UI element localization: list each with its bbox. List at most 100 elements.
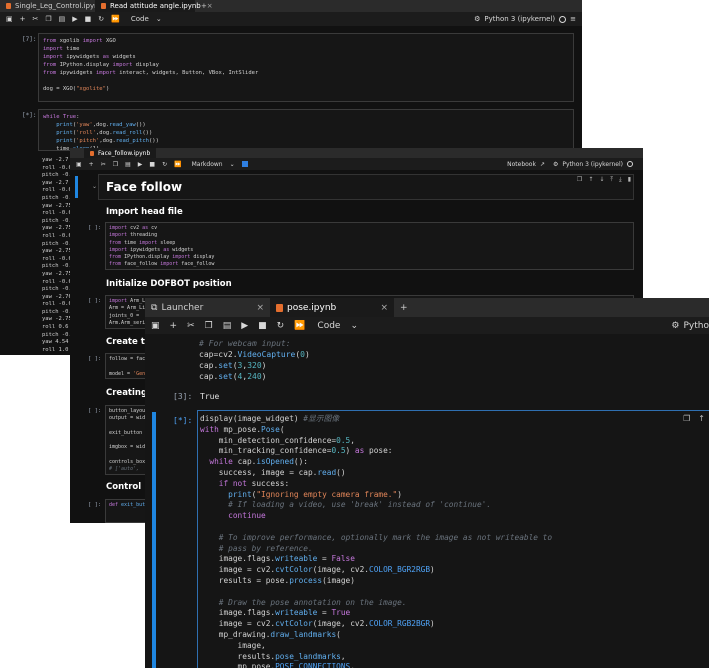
move-up-icon[interactable]: ↑ [588,176,593,184]
stop-icon[interactable]: ■ [258,321,267,331]
close-icon[interactable]: × [256,303,264,313]
run-icon[interactable]: ▶ [241,321,248,331]
code-line: # If loading a video, use 'break' instea… [200,500,707,511]
code-token: as [163,246,173,253]
paste-icon[interactable]: ▤ [125,161,131,168]
chevron-down-icon[interactable]: ⌄ [156,15,162,23]
cell-type-select[interactable]: Markdown [192,161,223,168]
output-line: yaw -2.7 [42,179,69,186]
code-token: print [56,122,73,128]
code-token: IPython.display [124,254,173,261]
code-token: (image, cv2. [312,619,370,629]
output-line: yaw -2.75 [42,316,72,323]
paste-icon[interactable]: ▤ [59,15,66,23]
code-token: success, image = cap. [200,467,318,477]
cut-icon[interactable]: ✂ [101,161,106,168]
run-icon[interactable]: ▶ [138,161,143,168]
add-cell-icon[interactable]: + [89,161,94,168]
paste-icon[interactable]: ▤ [223,321,232,331]
move-down-icon[interactable]: ↓ [599,176,604,184]
tab-launcher[interactable]: ⧉ Launcher × [145,298,270,317]
menu-icon[interactable]: ≡ [570,15,576,23]
cut-icon[interactable]: ✂ [187,321,195,331]
kernel-indicator[interactable]: ⚙ Pytho [671,321,709,331]
code-line: mp_drawing.draw_landmarks( [200,630,707,641]
code-line: cap=cv2.VideoCapture(0) [199,349,707,360]
code-line: # pass by reference. [200,544,707,555]
tab-single-leg-control[interactable]: Single_Leg_Control.ipynb × [0,0,115,12]
code-cell-imports[interactable]: from xgolib import XGO import time import … [38,33,574,102]
restart-icon[interactable]: ↻ [98,15,104,23]
output-line: roll -0.6 [42,255,72,262]
delete-icon[interactable]: ▮ [628,176,631,184]
duplicate-icon[interactable]: ❐ [683,414,690,423]
chevron-down-icon[interactable]: ⌄ [230,161,235,168]
stop-icon[interactable]: ■ [149,161,155,168]
code-token: button_layou [109,408,146,414]
output-line: pitch -0. [42,331,72,338]
new-tab-button[interactable]: + [394,298,414,317]
code-cell-loop[interactable]: while True: print('yaw',dog.read_yaw()) … [38,109,574,151]
cell-type-select[interactable]: Code [317,321,340,331]
code-line: if not success: [200,479,707,490]
code-cell-webcam[interactable]: # For webcam input: cap=cv2.VideoCapture(… [197,336,709,384]
save-icon[interactable]: ▣ [151,321,160,331]
kernel-indicator[interactable]: ⚙ Python 3 (ipykernel) ≡ [474,15,576,23]
kernel-name: Pytho [683,320,709,331]
code-token: read_pitch [115,138,149,144]
fast-forward-icon[interactable]: ⏩ [294,321,305,331]
run-icon[interactable]: ▶ [72,15,77,23]
code-token: pose: [369,446,393,456]
code-token: image = cv2. [200,619,276,629]
restart-icon[interactable]: ↻ [162,161,167,168]
markdown-preview-icon[interactable] [241,161,248,167]
code-line: print('pitch',dog.read_pitch()) [43,137,569,145]
collapse-chevron-icon[interactable]: ⌄ [92,183,97,190]
launcher-icon: ⧉ [151,302,158,313]
code-token: VideoCapture [237,350,296,359]
fast-forward-icon[interactable]: ⏩ [111,15,120,23]
duplicate-icon[interactable]: ❐ [577,176,582,184]
code-token: import [112,62,136,68]
code-token: isOpened [256,457,294,467]
save-icon[interactable]: ▣ [76,161,82,168]
code-cell-pose-loop[interactable]: display(image_widget) #显示图像 with mp_pose.… [197,410,709,668]
code-token: ) [430,619,435,629]
tab-face-follow[interactable]: Face_follow.ipynb [84,148,157,158]
stop-icon[interactable]: ■ [85,15,92,23]
copy-icon[interactable]: ❐ [113,161,118,168]
tab-pose[interactable]: pose.ipynb × [270,298,394,317]
code-cell-imports[interactable]: import cv2 as cv import threading from tim… [105,222,634,270]
tab-read-attitude-angle[interactable]: Read attitude angle.ipynb × [95,0,213,12]
insert-below-icon[interactable]: ⤓ [619,176,622,184]
copy-icon[interactable]: ❐ [45,15,51,23]
new-tab-button[interactable]: + [195,0,213,12]
cell-output-stream: yaw -2.7 roll -0.6 pitch -0. yaw -2.7 roll -… [42,157,72,354]
code-token: # To improve performance, optionally mar… [218,532,553,542]
kernel-indicator[interactable]: Notebook ↗ ⚙ Python 3 (ipykernel) [507,161,633,168]
fast-forward-icon[interactable]: ⏩ [174,161,181,168]
section-heading: Import head file [106,207,183,217]
insert-above-icon[interactable]: ⤒ [610,176,613,184]
code-token: dog = XGO( [43,86,77,92]
notebook-view-button[interactable]: Notebook [507,161,536,168]
chevron-down-icon[interactable]: ⌄ [350,321,358,331]
add-cell-icon[interactable]: + [170,321,178,331]
cell-type-select[interactable]: Code [131,15,149,23]
close-icon[interactable]: × [380,303,388,313]
restart-icon[interactable]: ↻ [277,321,285,331]
kernel-status-icon [627,161,633,167]
code-token: 'Gen [133,370,146,377]
copy-icon[interactable]: ❐ [205,321,213,331]
save-icon[interactable]: ▣ [6,15,13,23]
add-cell-icon[interactable]: + [20,15,26,23]
code-token: if not [218,478,252,488]
move-up-icon[interactable]: ↑ [698,414,705,423]
cut-icon[interactable]: ✂ [33,15,39,23]
code-token: from [43,38,60,44]
code-token: POSE_CONNECTIONS [275,662,351,668]
